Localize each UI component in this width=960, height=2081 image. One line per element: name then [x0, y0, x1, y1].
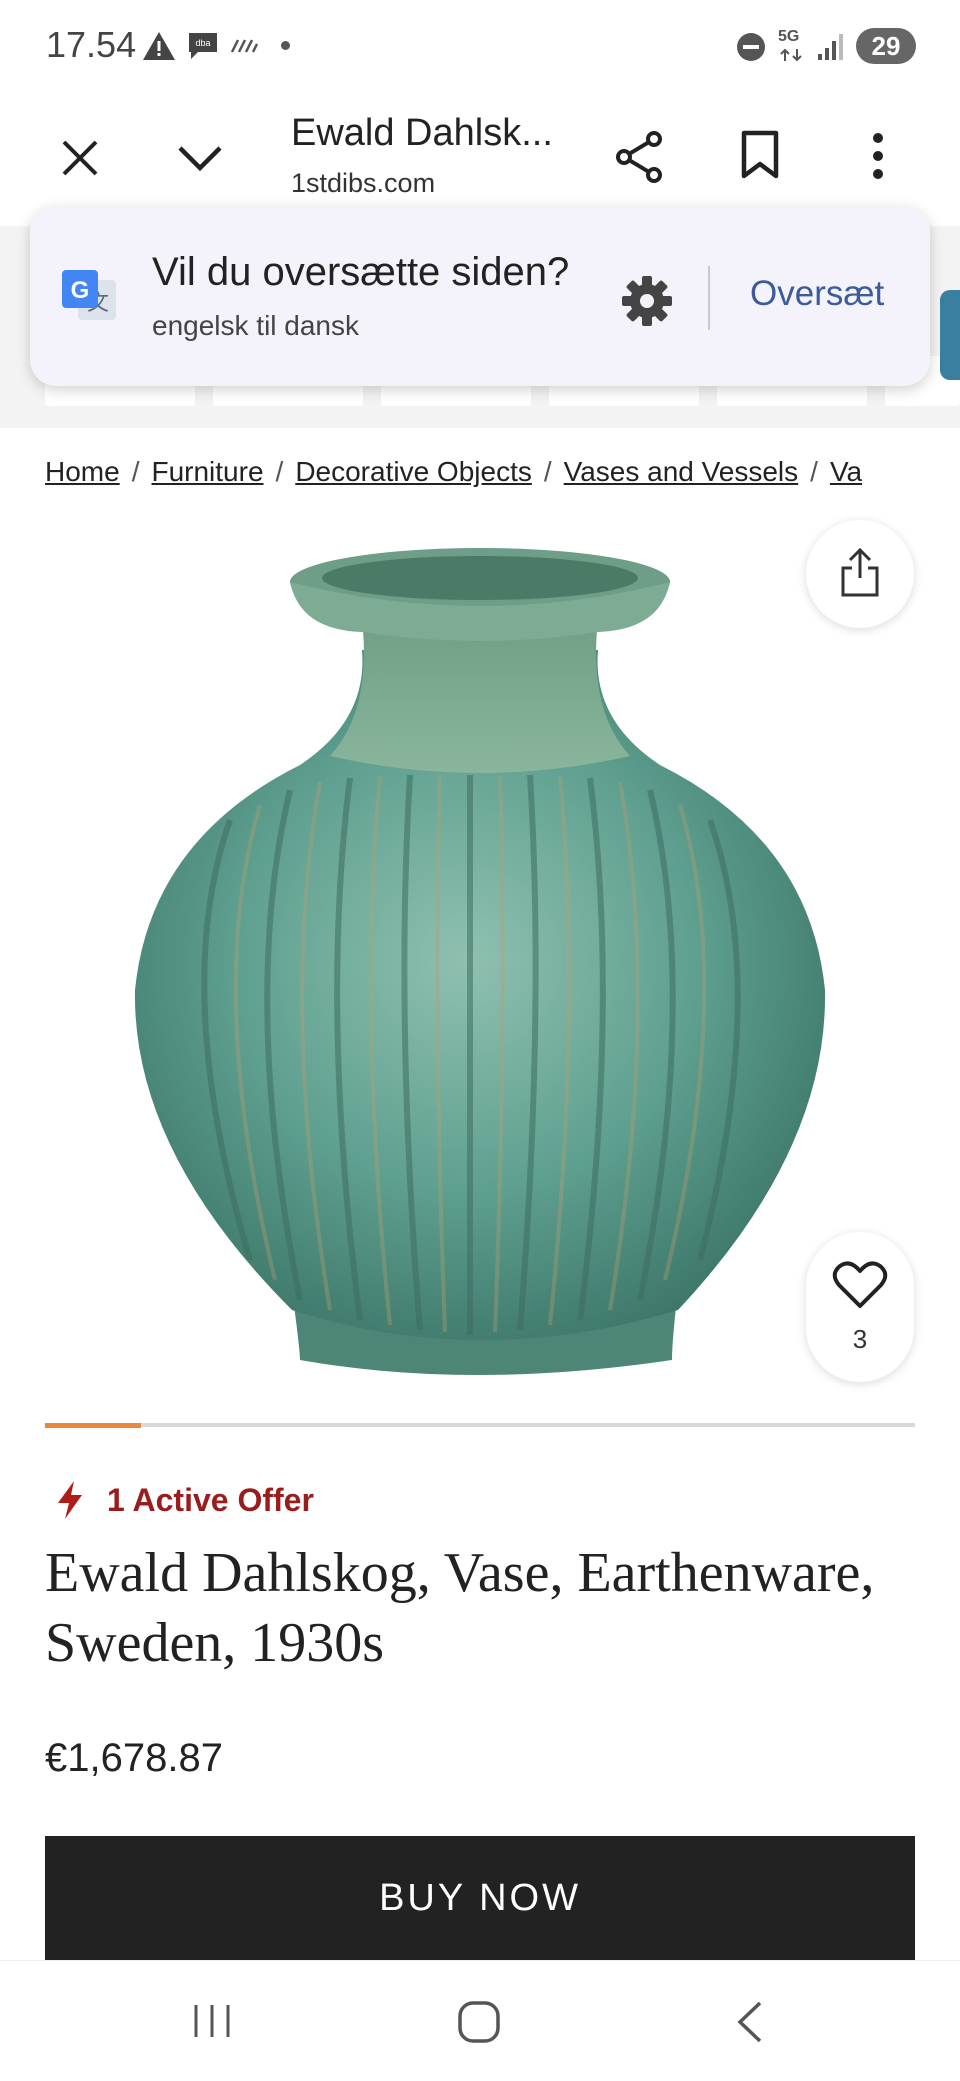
notification-dot — [281, 41, 290, 50]
product-price: €1,678.87 — [45, 1736, 223, 1780]
breadcrumb-separator: / — [275, 456, 284, 487]
bookmark-icon[interactable] — [740, 130, 780, 180]
data-saver-icon — [230, 39, 258, 53]
carousel-progress-track — [45, 1423, 915, 1427]
breadcrumb: Home / Furniture / Decorative Objects / Vases … — [45, 456, 960, 496]
home-icon[interactable] — [456, 1999, 502, 2045]
share-image-button[interactable] — [806, 520, 914, 628]
favorite-button[interactable]: 3 — [806, 1232, 914, 1382]
favorite-count: 3 — [852, 1324, 868, 1354]
chevron-down-icon[interactable] — [176, 142, 224, 174]
breadcrumb-vases-and-vessels[interactable]: Vases and Vessels — [564, 456, 799, 487]
page-domain[interactable]: 1stdibs.com — [291, 168, 435, 199]
translate-languages: engelsk til dansk — [152, 310, 360, 341]
carousel-progress-fill — [45, 1423, 141, 1428]
translate-question: Vil du oversætte siden? — [152, 250, 570, 294]
data-arrows-icon — [780, 48, 802, 62]
breadcrumb-home[interactable]: Home — [45, 456, 120, 487]
recent-apps-icon[interactable] — [190, 2001, 234, 2041]
svg-text:G: G — [71, 277, 90, 304]
google-translate-icon: 文 G — [62, 270, 116, 320]
lightning-icon — [58, 1481, 82, 1519]
battery-indicator: 29 — [856, 28, 916, 64]
breadcrumb-furniture[interactable]: Furniture — [151, 456, 263, 487]
do-not-disturb-icon — [737, 33, 765, 61]
breadcrumb-separator: / — [543, 456, 552, 487]
buy-now-button[interactable]: BUY NOW — [45, 1836, 915, 1960]
breadcrumb-decorative-objects[interactable]: Decorative Objects — [295, 456, 532, 487]
gear-icon[interactable] — [620, 274, 674, 328]
breadcrumb-separator: / — [131, 456, 140, 487]
network-type: 5G — [778, 28, 800, 45]
active-offer-text: 1 Active Offer — [107, 1482, 314, 1518]
heart-icon — [832, 1261, 888, 1308]
share-icon[interactable] — [614, 130, 666, 184]
product-title: Ewald Dahlskog, Vase, Earthenware, Swede… — [45, 1542, 875, 1674]
warning-icon — [143, 32, 175, 60]
translate-prompt: 文 G Vil du oversætte siden? engelsk til … — [30, 206, 930, 386]
more-options-icon[interactable] — [870, 132, 886, 180]
category-thumbnail — [940, 290, 960, 380]
system-nav-bar — [0, 1960, 960, 2081]
status-bar: 17.54 dba 5G 29 — [0, 0, 960, 92]
dba-app-icon: dba — [189, 33, 217, 59]
breadcrumb-separator: / — [810, 456, 818, 487]
translate-button[interactable]: Oversæt — [750, 274, 884, 314]
svg-text:dba: dba — [195, 38, 210, 48]
close-icon[interactable] — [60, 138, 100, 178]
upload-share-icon — [841, 548, 879, 597]
divider — [708, 266, 710, 330]
signal-icon — [818, 34, 843, 60]
page-title[interactable]: Ewald Dahlsk... — [291, 112, 553, 155]
back-icon[interactable] — [734, 1999, 766, 2045]
status-time: 17.54 — [46, 24, 137, 65]
breadcrumb-vases[interactable]: Va — [830, 456, 862, 487]
